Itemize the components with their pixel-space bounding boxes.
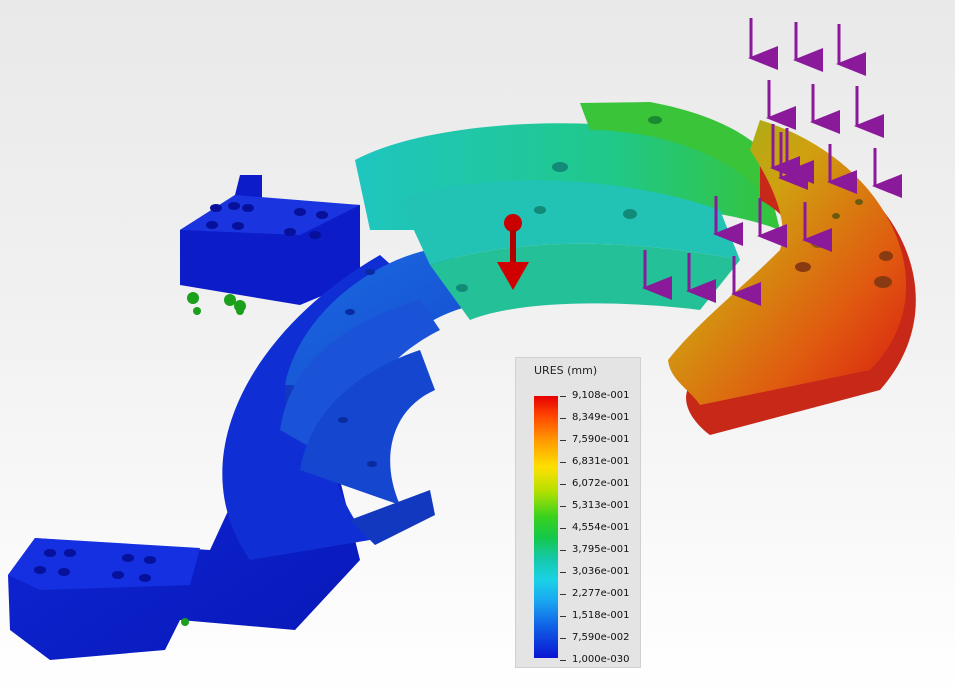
legend-tick-mark [560,484,566,485]
legend-tick-mark [560,396,566,397]
legend-tick-label: 7,590e-002 [572,632,630,643]
legend-tick-mark [560,572,566,573]
legend-tick-mark [560,462,566,463]
result-legend: URES (mm) 9,108e-001 8,349e-001 7,590e-001… [515,357,641,668]
legend-tick-mark [560,506,566,507]
legend-colorbar [534,396,558,658]
mount-block-upper [180,175,360,305]
legend-tick-label: 9,108e-001 [572,390,630,401]
legend-title: URES (mm) [534,364,598,377]
legend-tick-mark [560,616,566,617]
legend-tick-mark [560,638,566,639]
legend-tick-mark [560,660,566,661]
legend-tick-label: 6,072e-001 [572,478,630,489]
legend-tick-mark [560,440,566,441]
legend-tick-mark [560,528,566,529]
legend-tick-mark [560,418,566,419]
legend-tick-mark [560,594,566,595]
legend-tick-label: 5,313e-001 [572,500,630,511]
legend-tick-label: 8,349e-001 [572,412,630,423]
legend-tick-label: 6,831e-001 [572,456,630,467]
model-viewport[interactable] [0,0,955,695]
legend-tick-mark [560,550,566,551]
legend-tick-label: 4,554e-001 [572,522,630,533]
legend-tick-label: 7,590e-001 [572,434,630,445]
legend-tick-label: 3,036e-001 [572,566,630,577]
legend-tick-label: 3,795e-001 [572,544,630,555]
legend-tick-label: 1,000e-030 [572,654,630,665]
legend-tick-label: 2,277e-001 [572,588,630,599]
legend-tick-label: 1,518e-001 [572,610,630,621]
